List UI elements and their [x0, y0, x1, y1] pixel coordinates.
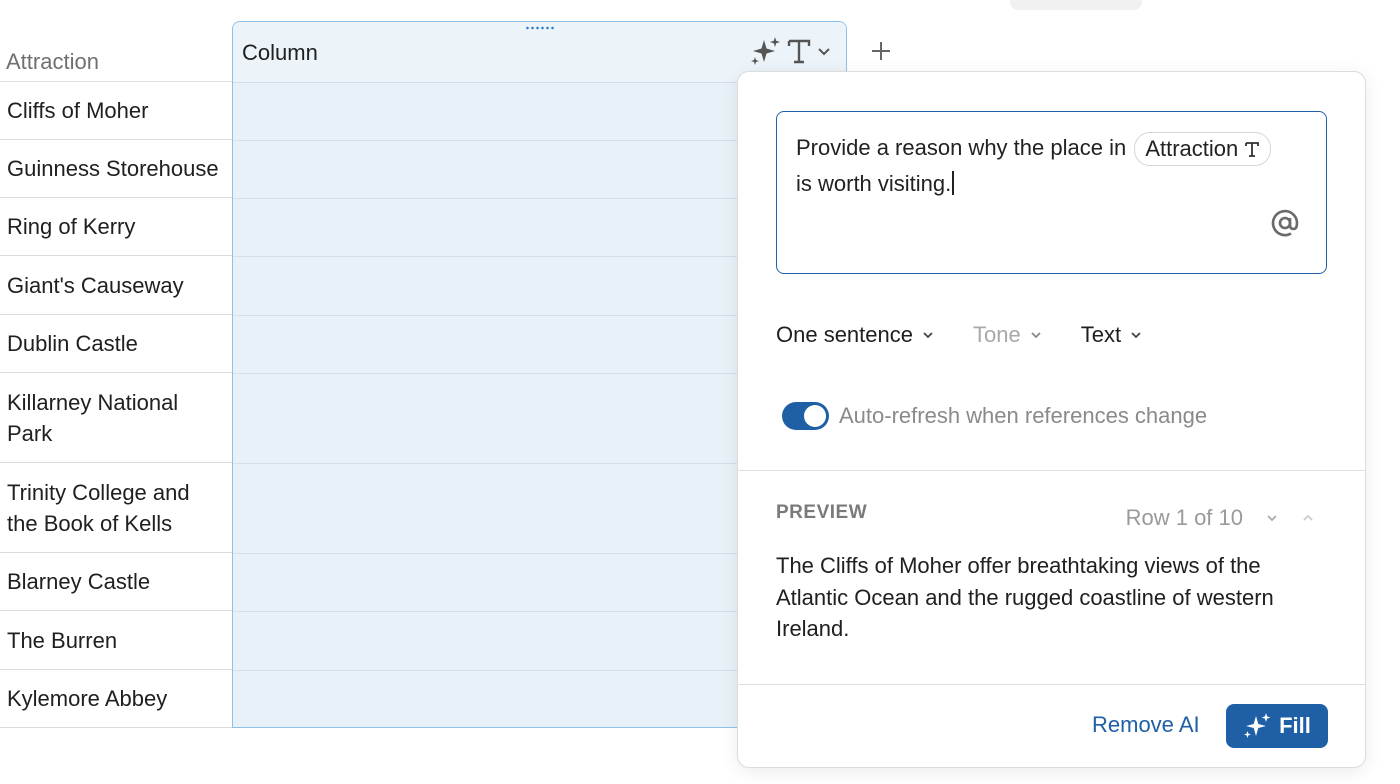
next-row-button[interactable]	[1265, 505, 1279, 531]
row-label: Trinity College and the Book of Kells	[7, 480, 190, 536]
prompt-text-before: Provide a reason why the place in	[796, 135, 1127, 160]
row-label: Guinness Storehouse	[7, 156, 219, 181]
row-label: Cliffs of Moher	[7, 98, 149, 123]
table-row[interactable]: Dublin Castle	[0, 315, 232, 373]
row-indicator: Row 1 of 10	[1125, 505, 1243, 530]
table-row[interactable]: Kylemore Abbey	[0, 670, 232, 728]
row-label: Dublin Castle	[7, 331, 138, 356]
add-column-button[interactable]	[866, 36, 896, 66]
chevron-down-icon	[1031, 332, 1041, 339]
at-mention-icon[interactable]	[1270, 208, 1300, 249]
reference-chip[interactable]: Attraction	[1134, 132, 1272, 167]
sparkles-icon	[750, 36, 782, 71]
chevron-down-icon	[923, 332, 933, 339]
prompt-text-after: is worth visiting.	[796, 171, 952, 197]
plus-icon	[872, 42, 890, 60]
auto-refresh-toggle[interactable]	[782, 402, 829, 430]
tone-dropdown[interactable]: Tone	[973, 322, 1043, 348]
row-label: Ring of Kerry	[7, 214, 136, 239]
table-row[interactable]: Cliffs of Moher	[0, 82, 232, 140]
chevron-up-icon	[1303, 514, 1313, 521]
chevron-down-icon	[1131, 332, 1141, 339]
table-row[interactable]: Giant's Causeway	[0, 256, 232, 315]
row-label: The Burren	[7, 627, 118, 653]
remove-ai-button[interactable]: Remove AI	[1092, 712, 1200, 738]
table-row[interactable]: Blarney Castle	[0, 553, 232, 611]
previous-row-button[interactable]	[1301, 505, 1315, 531]
top-toolbar-pill	[1010, 0, 1142, 10]
section-divider	[738, 684, 1365, 685]
sparkles-icon	[1244, 713, 1271, 738]
row-label: Giant's Causeway	[7, 272, 184, 298]
length-dropdown-label: One sentence	[776, 322, 913, 347]
preview-heading: PREVIEW	[776, 502, 868, 523]
column-header-attraction[interactable]: Attraction	[0, 22, 232, 82]
length-dropdown[interactable]: One sentence	[776, 322, 935, 348]
table-row[interactable]: Guinness Storehouse	[0, 140, 232, 198]
row-label: Killarney National Park	[7, 390, 179, 446]
auto-refresh-label: Auto-refresh when references change	[839, 403, 1208, 428]
table-row[interactable]: The Burren	[0, 611, 232, 670]
section-divider	[738, 470, 1365, 471]
reference-chip-label: Attraction	[1145, 136, 1239, 162]
preview-text: The Cliffs of Moher offer breathtaking v…	[776, 553, 1274, 641]
chevron-down-icon	[1267, 515, 1277, 522]
tone-dropdown-label: Tone	[972, 322, 1021, 347]
text-type-icon[interactable]	[786, 37, 812, 70]
row-label: Blarney Castle	[7, 569, 151, 594]
ai-column-title[interactable]: Column	[242, 40, 318, 66]
drag-handle-icon[interactable]	[525, 26, 555, 30]
format-dropdown-label: Text	[1080, 322, 1122, 347]
chevron-down-icon[interactable]	[816, 43, 832, 64]
ai-column-config-popover: Provide a reason why the place in Attrac…	[737, 71, 1366, 768]
fill-button[interactable]: Fill	[1226, 704, 1328, 748]
column-header-label: Attraction	[6, 49, 99, 74]
prompt-input[interactable]: Provide a reason why the place in Attrac…	[776, 111, 1327, 274]
table-row[interactable]: Killarney National Park	[0, 373, 210, 463]
text-cursor	[952, 171, 954, 196]
text-type-icon	[1245, 142, 1260, 158]
row-label: Kylemore Abbey	[7, 686, 168, 711]
table-row[interactable]: Ring of Kerry	[0, 198, 232, 256]
format-dropdown[interactable]: Text	[1081, 322, 1143, 348]
table-row[interactable]: Trinity College and the Book of Kells	[0, 463, 220, 553]
fill-button-label: Fill	[1279, 713, 1311, 738]
